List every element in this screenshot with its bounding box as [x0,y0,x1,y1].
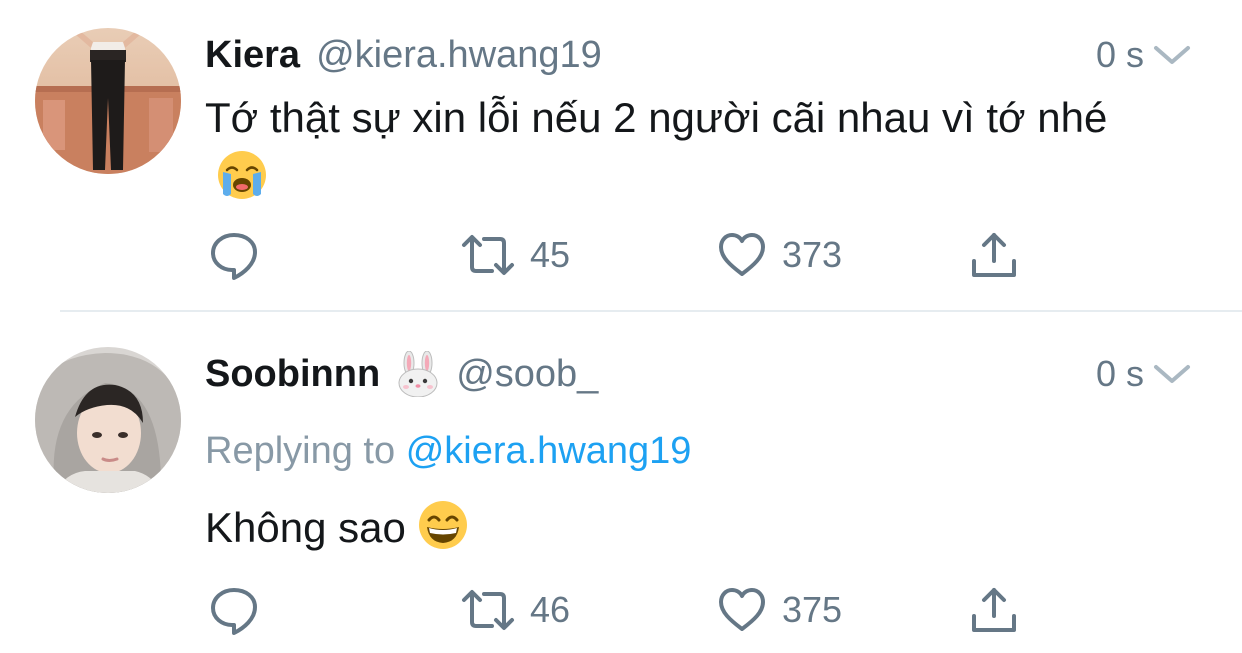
chevron-down-icon[interactable] [1150,40,1194,70]
reply-button[interactable] [208,580,260,640]
tweet-header: Kiera @kiera.hwang19 0 s [205,30,1242,80]
display-name[interactable]: Kiera [205,34,300,77]
tweet[interactable]: Soobinnn @soob_ 0 s Replying to @kiera.h… [0,312,1242,653]
tweet-body: Không sao [205,504,406,551]
reply-icon [211,588,257,635]
like-button[interactable]: 375 [716,580,842,640]
replying-to-label: Replying to [205,430,396,472]
username-handle[interactable]: @soob_ [456,353,598,396]
timestamp[interactable]: 0 s [1096,34,1144,76]
rabbit-face-icon [398,351,438,397]
avatar[interactable] [35,28,181,174]
retweet-button[interactable]: 46 [460,580,570,640]
tweet-actions: 45 373 [0,225,1242,285]
retweet-count: 46 [530,589,571,630]
display-name[interactable]: Soobinnn [205,353,380,396]
replying-to-handle[interactable]: @kiera.hwang19 [406,430,692,472]
retweet-icon [462,590,514,630]
like-count: 373 [782,234,843,275]
timestamp[interactable]: 0 s [1096,353,1144,395]
heart-icon [719,233,765,276]
tweet-actions: 46 375 [0,580,1242,640]
like-count: 375 [782,589,843,630]
tweet[interactable]: Kiera @kiera.hwang19 0 s Tớ thật sự xin … [0,0,1242,311]
share-icon [972,588,1016,632]
share-button[interactable] [968,225,1020,285]
heart-icon [719,588,765,631]
reply-button[interactable] [208,225,260,285]
reply-icon [211,233,257,280]
share-button[interactable] [968,580,1020,640]
tweet-text: Không sao [205,498,1165,558]
tweet-body: Tớ thật sự xin lỗi nếu 2 người cãi nhau … [205,94,1108,141]
replying-to: Replying to @kiera.hwang19 [205,430,691,473]
retweet-button[interactable]: 45 [460,225,570,285]
username-handle[interactable]: @kiera.hwang19 [316,34,602,77]
tweet-header: Soobinnn @soob_ 0 s [205,349,1242,399]
avatar[interactable] [35,347,181,493]
retweet-icon [462,235,514,275]
loudly-crying-face-icon [218,151,266,199]
share-icon [972,233,1016,277]
retweet-count: 45 [530,234,571,275]
like-button[interactable]: 373 [716,225,842,285]
chevron-down-icon[interactable] [1150,359,1194,389]
tweet-text: Tớ thật sự xin lỗi nếu 2 người cãi nhau … [205,88,1165,208]
grinning-face-icon [418,501,467,549]
